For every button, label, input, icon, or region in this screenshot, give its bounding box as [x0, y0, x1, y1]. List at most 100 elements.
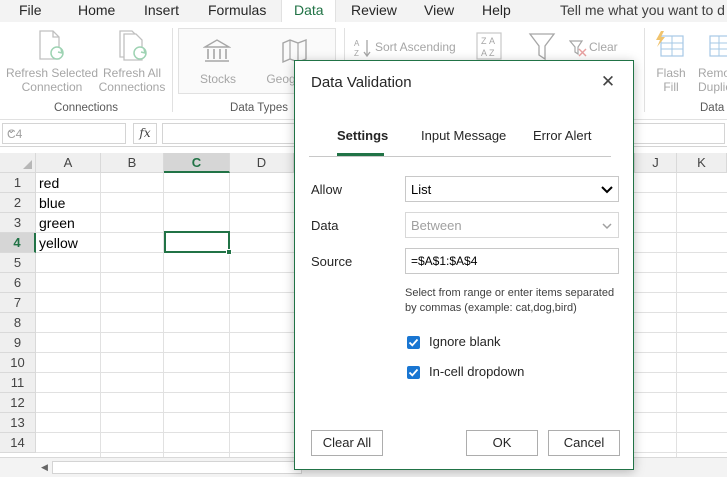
connections-group-label: Connections	[54, 102, 118, 114]
cell-a4[interactable]: yellow	[39, 233, 78, 253]
dialog-title: Data Validation	[311, 74, 412, 91]
gridline	[676, 173, 677, 457]
column-header-d[interactable]: D	[230, 153, 294, 173]
allow-value: List	[411, 182, 432, 197]
cell-a2[interactable]: blue	[39, 193, 65, 213]
in-cell-dropdown-label: In-cell dropdown	[429, 364, 525, 379]
clear-all-button[interactable]: Clear All	[311, 430, 383, 456]
row-header[interactable]: 1	[0, 173, 36, 193]
row-header[interactable]: 11	[0, 373, 36, 393]
chevron-down-icon	[602, 223, 612, 230]
source-help-text: Select from range or enter items separat…	[405, 287, 615, 314]
chevron-down-icon	[601, 186, 613, 194]
row-header[interactable]: 5	[0, 253, 36, 273]
active-tab-indicator	[337, 153, 384, 156]
column-header-c[interactable]: C	[164, 153, 230, 173]
ribbon-separator	[644, 28, 645, 112]
svg-text:Z: Z	[489, 48, 495, 58]
tab-divider	[309, 156, 611, 157]
svg-text:A: A	[481, 48, 487, 58]
name-box[interactable]: C4 ⌄	[2, 123, 126, 144]
tab-review[interactable]: Review	[351, 2, 397, 18]
tab-home[interactable]: Home	[78, 2, 115, 18]
ribbon-separator	[172, 28, 173, 112]
row-header[interactable]: 3	[0, 213, 36, 233]
bank-icon	[203, 39, 231, 62]
row-header[interactable]: 9	[0, 333, 36, 353]
checkmark-icon	[408, 338, 419, 347]
select-all-icon	[23, 160, 32, 169]
ignore-blank-checkbox[interactable]	[407, 336, 420, 349]
menu-bar: File Home Insert Formulas Data Review Vi…	[0, 0, 727, 22]
flash-fill-label: Flash Fill	[656, 66, 686, 94]
filter-icon[interactable]	[528, 32, 556, 62]
scrollbar-thumb[interactable]	[52, 461, 302, 474]
allow-label: Allow	[311, 182, 343, 197]
row-header[interactable]: 10	[0, 353, 36, 373]
data-value: Between	[411, 218, 462, 233]
checkmark-icon	[408, 368, 419, 377]
stocks-label: Stocks	[199, 72, 236, 86]
tab-insert[interactable]: Insert	[144, 2, 179, 18]
geography-label: Geog	[266, 72, 296, 86]
clear-filter-label: Clear	[589, 40, 618, 54]
tab-settings[interactable]: Settings	[337, 128, 388, 143]
gridline	[229, 173, 230, 457]
active-cell-c4[interactable]	[164, 231, 232, 255]
row-header[interactable]: 2	[0, 193, 36, 213]
column-header-b[interactable]: B	[101, 153, 164, 173]
row-header-selected[interactable]: 4	[0, 233, 36, 253]
sort-icon[interactable]: Z A A Z	[476, 32, 504, 62]
source-label: Source	[311, 254, 353, 269]
data-validation-dialog: Data Validation ✕ Settings Input Message…	[294, 60, 634, 470]
ignore-blank-label: Ignore blank	[429, 334, 501, 349]
cell-a1[interactable]: red	[39, 173, 59, 193]
refresh-selected-label: Refresh Selected Connection	[5, 66, 99, 94]
tab-error-alert[interactable]: Error Alert	[533, 128, 592, 143]
gridline	[100, 173, 101, 457]
tab-data[interactable]: Data	[294, 2, 324, 18]
tell-me-search[interactable]: Tell me what you want to d	[560, 2, 725, 18]
cancel-button[interactable]: Cancel	[548, 430, 620, 456]
remove-duplicates-icon	[709, 35, 727, 57]
row-header[interactable]: 13	[0, 413, 36, 433]
data-types-group-label: Data Types	[230, 102, 288, 114]
close-icon[interactable]: ✕	[597, 71, 619, 93]
row-header[interactable]: 8	[0, 313, 36, 333]
svg-text:A: A	[489, 36, 495, 46]
sort-ascending-icon: A Z	[354, 39, 371, 58]
source-input[interactable]: =$A$1:$A$4	[405, 248, 619, 274]
insert-function-button[interactable]: fx	[133, 123, 157, 144]
refresh-all-label: Refresh All Connections	[98, 66, 166, 94]
tab-file[interactable]: File	[19, 2, 42, 18]
ok-button[interactable]: OK	[466, 430, 538, 456]
data-select[interactable]: Between	[405, 212, 619, 238]
svg-text:Z: Z	[354, 49, 359, 58]
chevron-down-icon[interactable]: ⌄	[7, 125, 121, 136]
in-cell-dropdown-checkbox[interactable]	[407, 366, 420, 379]
column-header-k[interactable]: K	[677, 153, 727, 173]
tab-formulas[interactable]: Formulas	[208, 2, 266, 18]
flash-fill-icon	[656, 31, 684, 57]
cell-a3[interactable]: green	[39, 213, 75, 233]
row-header[interactable]: 14	[0, 433, 36, 453]
allow-select[interactable]: List	[405, 176, 619, 202]
row-header[interactable]: 6	[0, 273, 36, 293]
row-header[interactable]: 7	[0, 293, 36, 313]
gridline	[163, 173, 164, 457]
data-tools-group-label: Data	[700, 102, 725, 114]
svg-text:A: A	[354, 39, 360, 48]
tab-input-message[interactable]: Input Message	[421, 128, 506, 143]
remove-duplicates-label: Remo Duplic	[698, 66, 727, 94]
clear-filter-icon	[569, 40, 587, 57]
sort-ascending-label: Sort Ascending	[375, 40, 456, 54]
tab-view[interactable]: View	[424, 2, 454, 18]
tab-help[interactable]: Help	[482, 2, 511, 18]
fill-handle[interactable]	[226, 249, 232, 255]
data-label: Data	[311, 218, 339, 233]
row-header[interactable]: 12	[0, 393, 36, 413]
select-all-corner[interactable]	[0, 153, 36, 173]
column-header-j[interactable]: J	[634, 153, 677, 173]
column-header-a[interactable]: A	[36, 153, 101, 173]
scroll-left-icon[interactable]: ◀	[38, 461, 51, 474]
